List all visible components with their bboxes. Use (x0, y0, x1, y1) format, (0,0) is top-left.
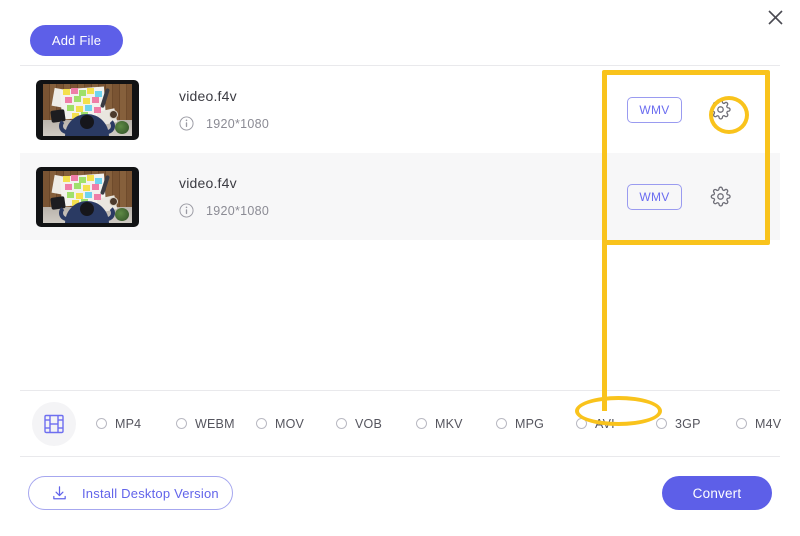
format-label: AVI (595, 416, 615, 431)
format-options-grid: MP4 WEBM MOV VOB MKV MPG AVI 3GP M4V (96, 412, 800, 435)
file-resolution: 1920*1080 (206, 203, 270, 218)
close-icon[interactable] (760, 2, 790, 32)
format-option-3gp[interactable]: 3GP (656, 412, 736, 435)
format-label: VOB (355, 416, 382, 431)
row-actions: WMV (627, 183, 732, 210)
radio-3gp[interactable] (656, 418, 667, 429)
radio-mpg[interactable] (496, 418, 507, 429)
video-thumbnail (36, 166, 139, 227)
row-format-chip[interactable]: WMV (627, 183, 682, 210)
format-selector-bar: MP4 WEBM MOV VOB MKV MPG AVI 3GP M4V (20, 391, 781, 456)
format-label: MPG (515, 416, 545, 431)
annotation-connector-line (602, 243, 607, 411)
info-icon (179, 203, 194, 218)
radio-webm[interactable] (176, 418, 187, 429)
file-resolution-line: 1920*1080 (179, 203, 627, 218)
file-name: video.f4v (179, 88, 237, 104)
gear-icon[interactable] (708, 185, 732, 209)
install-desktop-version-button[interactable]: Install Desktop Version (28, 476, 233, 510)
format-label: WEBM (195, 416, 235, 431)
format-option-mkv[interactable]: MKV (416, 412, 496, 435)
video-converter-window: Add File video.f4v 1920*1080 WMV video.f… (0, 0, 800, 536)
file-meta: video.f4v 1920*1080 (179, 88, 627, 131)
radio-mov[interactable] (256, 418, 267, 429)
format-label: MOV (275, 416, 305, 431)
file-resolution: 1920*1080 (206, 116, 270, 131)
format-option-mov[interactable]: MOV (256, 412, 336, 435)
radio-m4v[interactable] (736, 418, 747, 429)
table-row[interactable]: video.f4v 1920*1080 WMV (20, 153, 780, 240)
film-strip-icon[interactable] (32, 401, 76, 446)
format-option-avi[interactable]: AVI (576, 412, 656, 435)
format-label: MKV (435, 416, 463, 431)
format-option-mpg[interactable]: MPG (496, 412, 576, 435)
install-button-label: Install Desktop Version (82, 485, 219, 501)
file-resolution-line: 1920*1080 (179, 116, 627, 131)
format-option-m4v[interactable]: M4V (736, 412, 800, 435)
format-label: MP4 (115, 416, 142, 431)
file-name: video.f4v (179, 175, 237, 191)
radio-mp4[interactable] (96, 418, 107, 429)
gear-icon[interactable] (708, 98, 732, 122)
format-label: M4V (755, 416, 782, 431)
format-label: 3GP (675, 416, 701, 431)
radio-vob[interactable] (336, 418, 347, 429)
add-file-button[interactable]: Add File (30, 25, 123, 56)
bottom-divider (20, 456, 780, 457)
format-option-mp4[interactable]: MP4 (96, 412, 176, 435)
convert-button[interactable]: Convert (662, 476, 772, 510)
info-icon (179, 116, 194, 131)
radio-avi[interactable] (576, 418, 587, 429)
format-option-vob[interactable]: VOB (336, 412, 416, 435)
file-list: video.f4v 1920*1080 WMV video.f4v 1920*1… (20, 66, 780, 246)
radio-mkv[interactable] (416, 418, 427, 429)
download-icon (53, 485, 66, 499)
format-option-webm[interactable]: WEBM (176, 412, 256, 435)
row-format-chip[interactable]: WMV (627, 96, 682, 123)
row-actions: WMV (627, 96, 732, 123)
top-toolbar: Add File (0, 0, 800, 65)
video-thumbnail (36, 79, 139, 140)
table-row[interactable]: video.f4v 1920*1080 WMV (20, 66, 780, 154)
file-meta: video.f4v 1920*1080 (179, 175, 627, 218)
